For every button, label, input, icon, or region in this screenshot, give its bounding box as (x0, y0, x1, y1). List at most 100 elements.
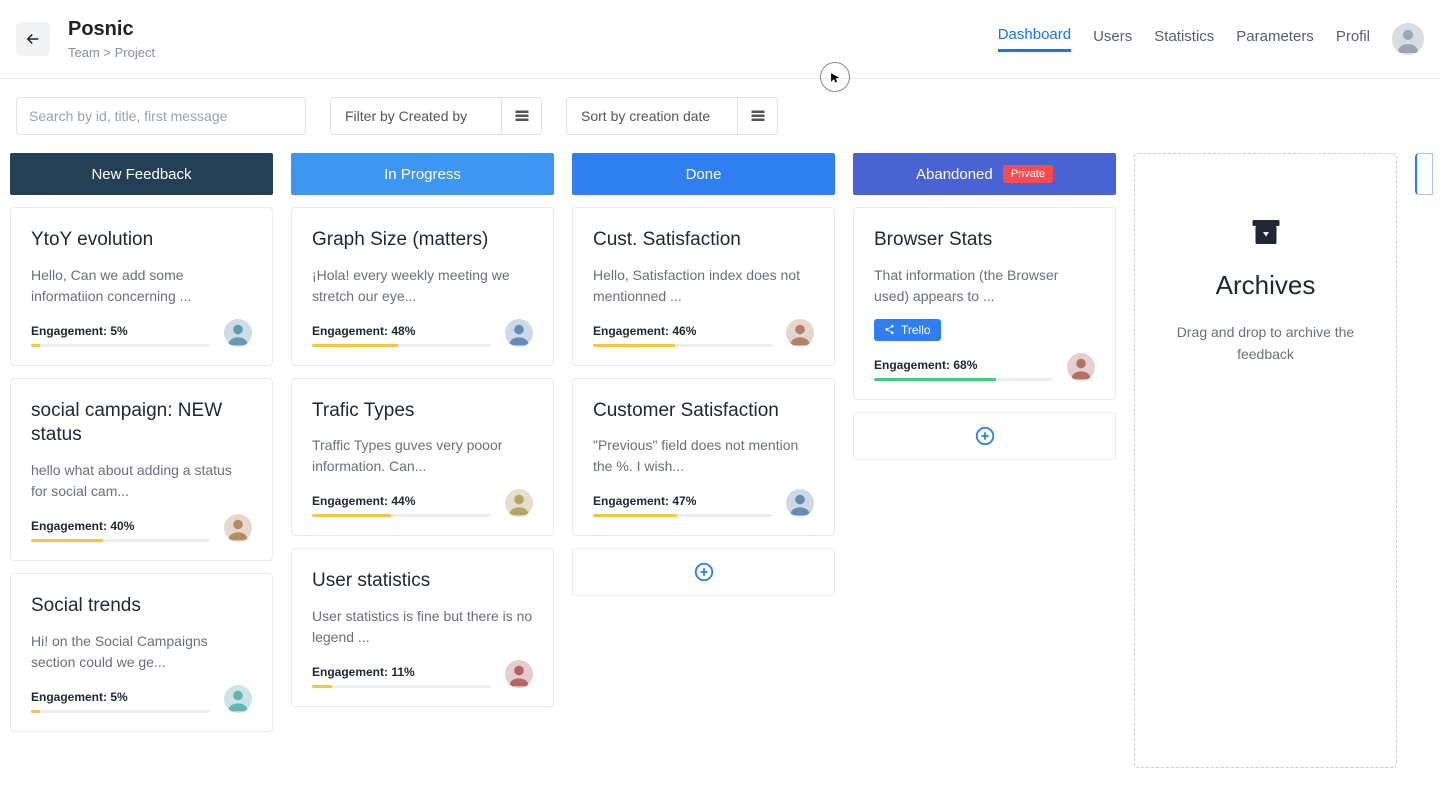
breadcrumb[interactable]: Team > Project (68, 45, 155, 60)
nav-dashboard[interactable]: Dashboard (998, 26, 1071, 52)
card-avatar[interactable] (1067, 353, 1095, 381)
feedback-card[interactable]: Graph Size (matters) ¡Hola! every weekly … (291, 207, 554, 366)
list-icon (514, 108, 530, 124)
column-title: Abandoned (916, 166, 993, 183)
profile-avatar[interactable] (1392, 23, 1424, 55)
card-avatar[interactable] (505, 489, 533, 517)
card-avatar[interactable] (505, 660, 533, 688)
engagement-fill (593, 514, 677, 517)
engagement-bar (312, 344, 491, 347)
card-footer: Engagement: 48% (312, 319, 533, 347)
sort-creation-date[interactable]: Sort by creation date (566, 97, 778, 135)
engagement-fill (312, 685, 332, 688)
engagement-label: Engagement: 48% (312, 324, 491, 338)
column-header-new_feedback[interactable]: New Feedback (10, 153, 273, 195)
engagement-bar (312, 685, 491, 688)
engagement-bar (312, 514, 491, 517)
card-footer: Engagement: 46% (593, 319, 814, 347)
card-footer: Engagement: 47% (593, 489, 814, 517)
column-header-done[interactable]: Done (572, 153, 835, 195)
card-title: User statistics (312, 569, 533, 594)
card-message: Hello, Can we add some informatiion conc… (31, 265, 252, 307)
engagement-bar (31, 539, 210, 542)
card-title: Graph Size (matters) (312, 228, 533, 253)
feedback-card[interactable]: Social trends Hi! on the Social Campaigns… (10, 573, 273, 732)
feedback-card[interactable]: User statistics User statistics is fine b… (291, 548, 554, 707)
engagement-meter: Engagement: 68% (874, 358, 1053, 381)
engagement-fill (312, 344, 398, 347)
card-title: social campaign: NEW status (31, 399, 252, 448)
engagement-label: Engagement: 47% (593, 494, 772, 508)
search-input[interactable] (16, 97, 306, 135)
card-title: Social trends (31, 594, 252, 619)
nav-profil[interactable]: Profil (1336, 28, 1370, 51)
plus-circle-icon (974, 425, 996, 447)
feedback-card[interactable]: Cust. SatisfactionHello, Satisfaction in… (572, 207, 835, 366)
card-title: Customer Satisfaction (593, 399, 814, 424)
engagement-fill (593, 344, 675, 347)
filter-menu-button[interactable] (501, 98, 541, 134)
card-avatar[interactable] (505, 319, 533, 347)
project-title: Posnic (68, 18, 155, 41)
column-abandoned: Abandoned Private Browser StatsThat inform… (853, 153, 1116, 768)
card-title: Trafic Types (312, 399, 533, 424)
card-message: User statistics is fine but there is no … (312, 606, 533, 648)
add-card-button[interactable] (853, 412, 1116, 460)
card-message: hello what about adding a status for soc… (31, 460, 252, 502)
engagement-meter: Engagement: 47% (593, 494, 772, 517)
column-title: Done (686, 166, 722, 183)
private-badge: Private (1003, 165, 1053, 183)
card-title: Cust. Satisfaction (593, 228, 814, 253)
archives-dropzone[interactable]: Archives Drag and drop to archive the fe… (1134, 153, 1397, 768)
trello-badge[interactable]: Trello (874, 319, 941, 341)
engagement-fill (874, 378, 996, 381)
next-column-peek[interactable] (1415, 153, 1433, 195)
list-icon (750, 108, 766, 124)
feedback-card[interactable]: Browser StatsThat information (the Brows… (853, 207, 1116, 400)
add-card-button[interactable] (572, 548, 835, 596)
kanban-board: New Feedback YtoY evolutionHello, Can we … (0, 153, 1440, 788)
engagement-label: Engagement: 40% (31, 519, 210, 533)
back-button[interactable] (16, 22, 50, 56)
card-avatar[interactable] (224, 319, 252, 347)
title-block: Posnic Team > Project (68, 18, 155, 60)
engagement-label: Engagement: 5% (31, 690, 210, 704)
column-done: Done Cust. SatisfactionHello, Satisfactio… (572, 153, 835, 768)
archives-title: Archives (1216, 270, 1316, 301)
column-header-abandoned[interactable]: Abandoned Private (853, 153, 1116, 195)
engagement-bar (31, 344, 210, 347)
filter-created-by[interactable]: Filter by Created by (330, 97, 542, 135)
share-icon (884, 324, 895, 335)
engagement-label: Engagement: 44% (312, 494, 491, 508)
card-avatar[interactable] (224, 685, 252, 713)
card-message: Hi! on the Social Campaigns section coul… (31, 631, 252, 673)
engagement-label: Engagement: 46% (593, 324, 772, 338)
feedback-card[interactable]: social campaign: NEW status hello what ab… (10, 378, 273, 561)
feedback-card[interactable]: YtoY evolutionHello, Can we add some inf… (10, 207, 273, 366)
card-footer: Engagement: 5% (31, 685, 252, 713)
card-message: ¡Hola! every weekly meeting we stretch o… (312, 265, 533, 307)
card-avatar[interactable] (786, 319, 814, 347)
card-message: That information (the Browser used) appe… (874, 265, 1095, 307)
card-footer: Engagement: 44% (312, 489, 533, 517)
archives-hint: Drag and drop to archive the feedback (1159, 321, 1372, 366)
card-avatar[interactable] (786, 489, 814, 517)
engagement-meter: Engagement: 44% (312, 494, 491, 517)
engagement-meter: Engagement: 46% (593, 324, 772, 347)
archive-icon (1248, 214, 1284, 250)
engagement-bar (593, 344, 772, 347)
card-avatar[interactable] (224, 514, 252, 542)
feedback-card[interactable]: Customer Satisfaction "Previous" field do… (572, 378, 835, 537)
column-new_feedback: New Feedback YtoY evolutionHello, Can we … (10, 153, 273, 768)
filter-label: Filter by Created by (331, 108, 501, 124)
nav-users[interactable]: Users (1093, 28, 1132, 51)
card-footer: Engagement: 5% (31, 319, 252, 347)
column-header-in_progress[interactable]: In Progress (291, 153, 554, 195)
nav-parameters[interactable]: Parameters (1236, 28, 1314, 51)
arrow-left-icon (24, 30, 42, 48)
nav-statistics[interactable]: Statistics (1154, 28, 1214, 51)
card-message: "Previous" field does not mention the %.… (593, 435, 814, 477)
engagement-bar (874, 378, 1053, 381)
sort-menu-button[interactable] (737, 98, 777, 134)
feedback-card[interactable]: Trafic TypesTraffic Types guves very poo… (291, 378, 554, 537)
